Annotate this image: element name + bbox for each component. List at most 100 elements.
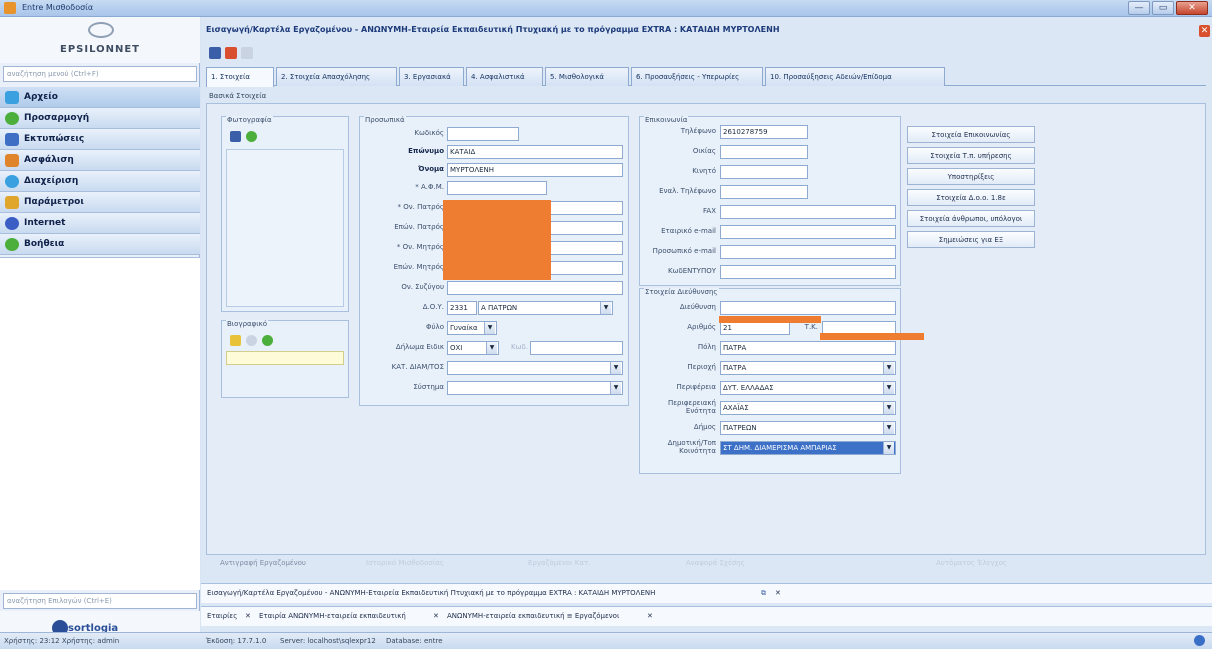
auto-check-action[interactable]: Αυτόματος Έλεγχος [936,559,1007,567]
tab-payroll[interactable]: 5. Μισθολογικά [545,67,629,86]
tab-overtime[interactable]: 6. Προσαυξήσεις - Υπερωρίες [631,67,763,86]
maximize-button[interactable]: ▭ [1152,1,1174,15]
nav-item-management[interactable]: Διαχείριση [0,171,200,192]
copy-icon[interactable] [241,47,253,59]
chevron-down-icon[interactable]: ▼ [883,382,894,394]
code-field[interactable] [447,127,519,141]
close-tab-icon[interactable]: ✕ [433,612,439,620]
navigation-tabs: Εταιρίες ✕ Εταιρία ΑΝΩΝΥΜΗ-εταιρεία εκπα… [201,606,1212,626]
options-search-input[interactable]: αναζήτηση Επιλογών (Ctrl+E) [3,593,197,609]
service-details-button[interactable]: Στοιχεία Τ.π. υπήρεσης [907,147,1035,164]
personal-email-field[interactable] [720,245,896,259]
clear-icon[interactable] [246,335,257,346]
surname-field[interactable]: ΚΑΤΑΙΔ [447,145,623,159]
nav-item-prints[interactable]: Εκτυπώσεις [0,129,200,150]
form-code-label: ΚωδΕΝΤΥΠΟΥ [668,267,716,275]
chevron-down-icon[interactable]: ▼ [883,402,894,414]
info-icon[interactable] [1194,635,1205,646]
company-email-field[interactable] [720,225,896,239]
companies-tab[interactable]: Εταιρίες [207,612,237,620]
document-close-button[interactable]: ✕ [1199,25,1210,37]
loan-select[interactable]: ΟΧΙ ▼ [447,341,499,355]
name-field[interactable]: ΜΥΡΤΟΛΕΝΗ [447,163,623,177]
tab-basic[interactable]: 1. Στοιχεία [206,67,274,87]
nav-item-insurance[interactable]: Ασφάλιση [0,150,200,171]
chevron-down-icon[interactable]: ▼ [610,382,621,394]
add-bio-icon[interactable] [262,335,273,346]
dependents-button[interactable]: Στοιχεία άνθρωποι, υπόλογοι [907,210,1035,227]
street-field[interactable] [720,301,896,315]
delete-icon[interactable] [225,47,237,59]
document-tabs: Εισαγωγή/Καρτέλα Εργαζομένου - ΑΝΩΝΥΜΗ-Ε… [201,583,1212,603]
tab-insurance[interactable]: 4. Ασφαλιστικά [466,67,543,86]
region-select[interactable]: ΔΥΤ. ΕΛΛΑΔΑΣ ▼ [720,381,896,395]
close-tab-icon[interactable]: ✕ [647,612,653,620]
chevron-down-icon[interactable]: ▼ [486,342,497,354]
area-select[interactable]: ΠΑΤΡΑ ▼ [720,361,896,375]
copy-employee-action[interactable]: Αντιγραφή Εργαζομένου [220,559,306,567]
nav-item-parameters[interactable]: Παράμετροι [0,192,200,213]
supports-button[interactable]: Υποστηρίξεις [907,168,1035,185]
doy-select[interactable]: Α ΠΑΤΡΩΝ ▼ [478,301,613,315]
bio-file-field[interactable] [226,351,344,365]
municipality-select[interactable]: ΠΑΤΡΕΩΝ ▼ [720,421,896,435]
tab-work[interactable]: 3. Εργασιακά [399,67,464,86]
chevron-down-icon[interactable]: ▼ [883,422,894,434]
notes-button[interactable]: Σημειώσεις για ΕΞ [907,231,1035,248]
pin-icon[interactable]: ⧉ [761,589,766,598]
close-tab-icon[interactable]: ✕ [245,612,251,620]
tab-employment[interactable]: 2. Στοιχεία Απασχόλησης [276,67,397,86]
menu-search-input[interactable]: αναζήτηση μενού (Ctrl+F) [3,66,197,82]
nav-item-help[interactable]: Βοήθεια [0,234,200,255]
unit-label: Περιφερειακή Ενότητα [667,399,716,415]
form-content: Φωτογραφία Βιογραφικό Προσωπικά Κωδικός … [206,103,1206,555]
minimize-button[interactable]: — [1128,1,1150,15]
loan-label: Δήλωμα Ειδικ [395,343,444,351]
sex-select[interactable]: Γυναίκα ▼ [447,321,497,335]
system-select[interactable]: ▼ [447,381,623,395]
contact-details-button[interactable]: Στοιχεία Επικοινωνίας [907,126,1035,143]
nav-item-label: Internet [24,218,66,228]
chevron-down-icon[interactable]: ▼ [610,362,621,374]
nav-item-file[interactable]: Αρχείο [0,87,200,108]
doy-code-field[interactable]: 2331 [447,301,477,315]
city-field[interactable]: ΠΑΤΡΑ [720,341,896,355]
unit-select[interactable]: ΑΧΑΪΑΣ ▼ [720,401,896,415]
afm-field[interactable] [447,181,547,195]
details-18e-button[interactable]: Στοιχεία Δ.ο.ο. 1.8ε [907,189,1035,206]
photo-box[interactable] [226,149,344,307]
home-phone-field[interactable] [720,145,808,159]
relation-report-action[interactable]: Αναφορά Σχέσης [686,559,745,567]
bottom-actions: Αντιγραφή Εργαζομένου Ιστορικό Μισθοδοσί… [206,557,1206,571]
save-icon[interactable] [209,47,221,59]
add-photo-icon[interactable] [246,131,257,142]
mobile-field[interactable] [720,165,808,179]
ktp-select[interactable]: ▼ [447,361,623,375]
nav-item-internet[interactable]: Internet [0,213,200,234]
parameters-icon [5,196,19,209]
spouse-name-field[interactable] [447,281,623,295]
employees-tab[interactable]: ΑΝΩΝΥΜΗ-εταιρεία εκπαιδευτική ≡ Εργαζόμε… [447,612,619,620]
form-code-field[interactable] [720,265,896,279]
unit-value: ΑΧΑΪΑΣ [723,404,749,412]
number-field[interactable]: 21 [720,321,790,335]
fax-field[interactable] [720,205,896,219]
community-select[interactable]: ΣΤ ΔΗΜ. ΔΙΑΜΕΡΙΣΜΑ ΑΜΠΑΡΙΑΣ ▼ [720,441,896,455]
nav-item-customize[interactable]: Προσαρμογή [0,108,200,129]
loan-code-field[interactable] [530,341,623,355]
chevron-down-icon[interactable]: ▼ [484,322,495,334]
alt-phone-field[interactable] [720,185,808,199]
close-tab-icon[interactable]: ✕ [775,589,781,597]
folder-icon[interactable] [230,335,241,346]
phone-field[interactable]: 2610278759 [720,125,808,139]
payroll-history-action[interactable]: Ιστορικό Μισθοδοσίας [366,559,444,567]
employees-action[interactable]: Εργαζόμενοι Κατ. [528,559,590,567]
save-photo-icon[interactable] [230,131,241,142]
chevron-down-icon[interactable]: ▼ [883,362,894,374]
tab-leave-allowance[interactable]: 10. Προσαύξησεις Αδειών/Επίδομα [765,67,945,86]
document-tab[interactable]: Εισαγωγή/Καρτέλα Εργαζομένου - ΑΝΩΝΥΜΗ-Ε… [207,589,655,597]
company-tab[interactable]: Εταιρία ΑΝΩΝΥΜΗ-εταιρεία εκπαιδευτική [259,612,406,620]
close-button[interactable]: ✕ [1176,1,1208,15]
chevron-down-icon[interactable]: ▼ [600,302,611,314]
chevron-down-icon[interactable]: ▼ [883,442,894,454]
